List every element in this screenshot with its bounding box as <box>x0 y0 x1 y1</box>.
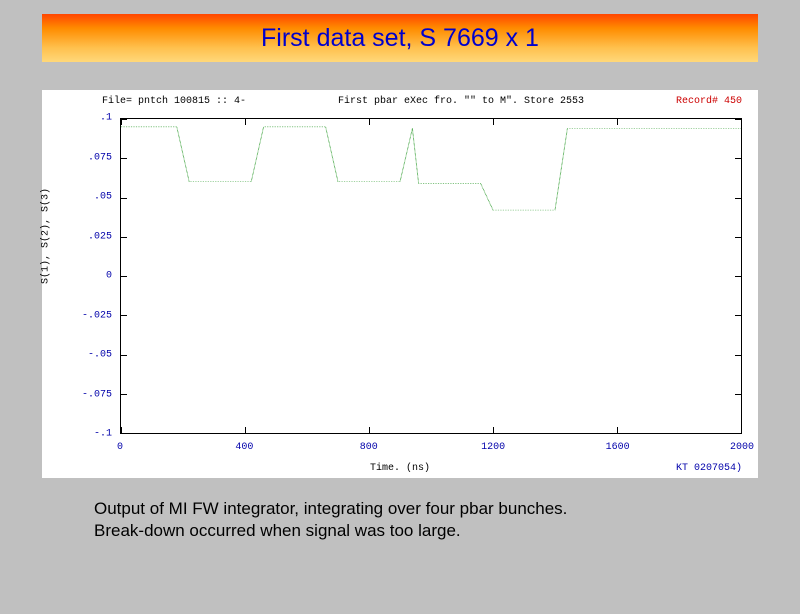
y-tick: -.1 <box>94 429 112 440</box>
caption-line: Output of MI FW integrator, integrating … <box>94 498 800 520</box>
y-tick: -.025 <box>82 310 112 321</box>
chart-container: File= pntch 100815 :: 4- First pbar eXec… <box>42 90 758 478</box>
caption: Output of MI FW integrator, integrating … <box>94 498 800 542</box>
x-tick: 800 <box>360 442 378 453</box>
slide-title-bar: First data set, S 7669 x 1 <box>42 14 758 62</box>
header-center: First pbar eXec fro. "" to M". Store 255… <box>338 96 584 107</box>
y-tick: 0 <box>106 271 112 282</box>
header-right: Record# 450 <box>676 96 742 107</box>
y-tick: -.05 <box>88 350 112 361</box>
header-left: File= pntch 100815 :: 4- <box>102 96 246 107</box>
caption-line: Break-down occurred when signal was too … <box>94 520 800 542</box>
x-ticks: 0 400 800 1200 1600 2000 <box>120 442 742 456</box>
x-tick: 1600 <box>606 442 630 453</box>
x-axis-label: Time. (ns) <box>370 463 430 474</box>
y-tick: .025 <box>88 231 112 242</box>
y-ticks: .1 .075 .05 .025 0 -.025 -.05 -.075 -.1 <box>42 118 116 434</box>
slide-title: First data set, S 7669 x 1 <box>261 24 539 53</box>
y-tick: .05 <box>94 192 112 203</box>
y-tick: .1 <box>100 113 112 124</box>
trace-line <box>121 119 741 433</box>
footer-right: KT 0207054) <box>676 463 742 474</box>
chart-header: File= pntch 100815 :: 4- First pbar eXec… <box>42 96 758 107</box>
x-tick: 0 <box>117 442 123 453</box>
y-tick: -.075 <box>82 389 112 400</box>
y-tick: .075 <box>88 152 112 163</box>
x-tick: 1200 <box>481 442 505 453</box>
x-tick: 400 <box>235 442 253 453</box>
plot-area <box>120 118 742 434</box>
x-tick: 2000 <box>730 442 754 453</box>
